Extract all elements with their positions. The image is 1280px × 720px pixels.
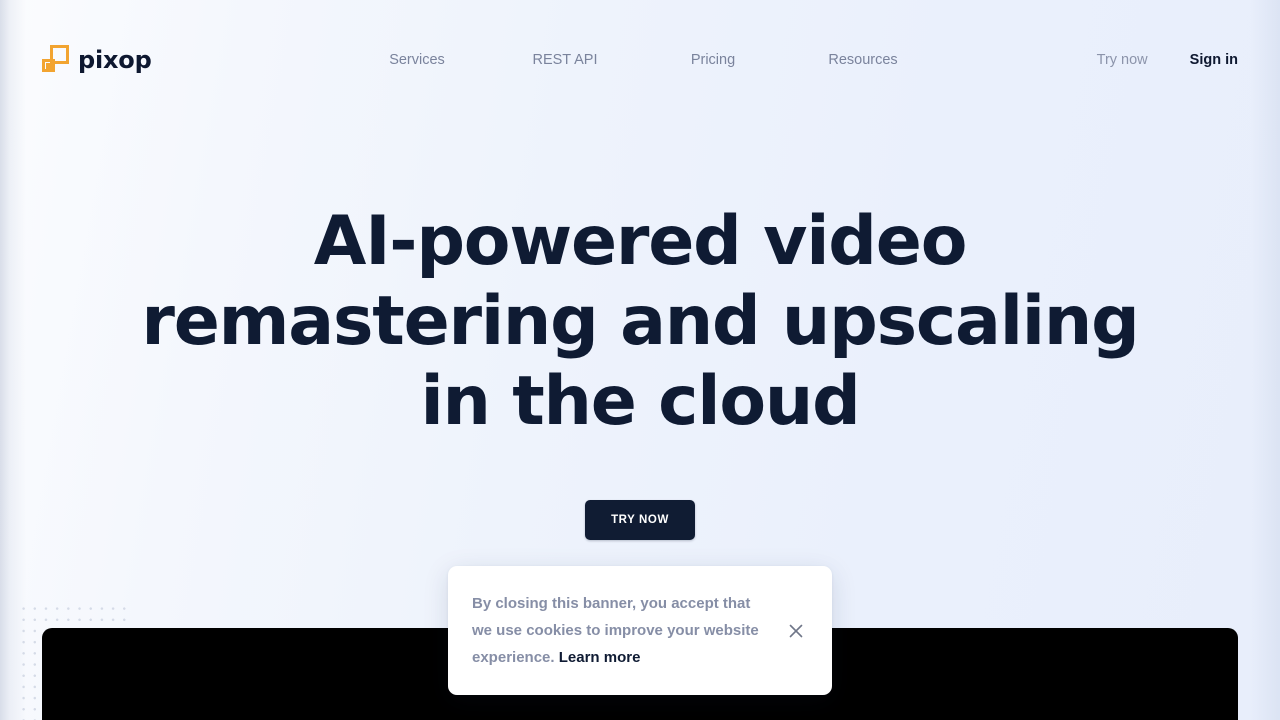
page-title: AI-powered video remastering and upscali… [141,202,1139,441]
header-actions: Try now Sign in [1097,48,1238,72]
nav-link-pricing[interactable]: Pricing [638,48,788,72]
learn-more-link[interactable]: Learn more [559,649,641,666]
site-header: pixop Services REST API Pricing Resource… [0,0,1280,120]
hero-cta-container: TRY NOW [0,500,1280,540]
primary-navigation: Services REST API Pricing Resources [0,48,1280,72]
landing-page: pixop Services REST API Pricing Resource… [0,0,1280,720]
sign-in-link[interactable]: Sign in [1190,48,1238,72]
cookie-banner-message: By closing this banner, you accept that … [472,590,772,671]
nav-link-resources[interactable]: Resources [788,48,938,72]
try-now-link[interactable]: Try now [1097,48,1148,72]
try-now-button[interactable]: TRY NOW [585,500,695,540]
close-icon[interactable] [786,621,806,641]
nav-link-services[interactable]: Services [342,48,492,72]
nav-link-rest-api[interactable]: REST API [492,48,638,72]
cookie-consent-banner: By closing this banner, you accept that … [448,566,832,695]
